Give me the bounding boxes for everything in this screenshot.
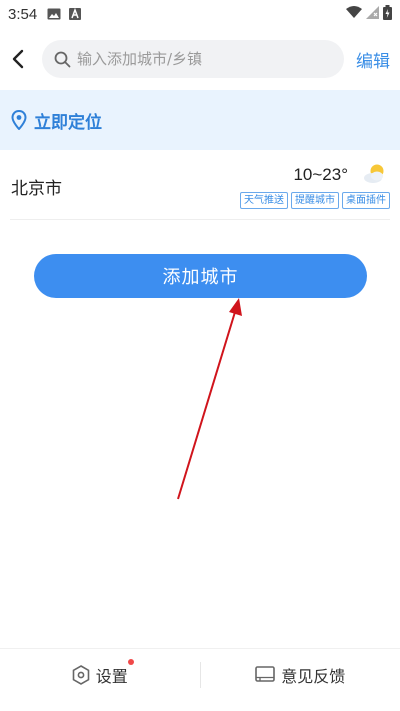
- tag-reminder-city[interactable]: 提醒城市: [291, 192, 339, 209]
- settings-label: 设置: [95, 666, 128, 686]
- home-indicator-area: [0, 700, 400, 711]
- feedback-button[interactable]: 意见反馈: [201, 663, 400, 687]
- locate-now-button[interactable]: 立即定位: [0, 90, 400, 150]
- header: 编辑: [0, 36, 400, 82]
- status-right: [346, 4, 392, 24]
- a-icon: [69, 8, 82, 20]
- locate-now-label: 立即定位: [34, 112, 102, 133]
- battery-icon: [383, 4, 392, 24]
- city-temp-range: 10~23°: [293, 165, 348, 184]
- gallery-icon: [47, 8, 61, 20]
- status-bar: 3:54: [0, 0, 400, 28]
- wifi-icon: [346, 5, 362, 23]
- edit-button[interactable]: 编辑: [356, 47, 390, 72]
- search-input[interactable]: [77, 50, 317, 68]
- feedback-icon: [255, 666, 276, 682]
- settings-hexagon-icon: [72, 664, 90, 685]
- notification-badge: [128, 658, 134, 665]
- partly-cloudy-icon: [364, 164, 384, 183]
- status-time: 3:54: [8, 5, 38, 23]
- page: 3:54 编辑 立即定位: [0, 0, 400, 711]
- back-button[interactable]: [2, 36, 34, 82]
- tag-weather-push[interactable]: 天气推送: [240, 192, 288, 209]
- location-pin-icon: [11, 110, 27, 130]
- feedback-label: 意见反馈: [281, 666, 346, 686]
- chevron-left-icon: [12, 49, 24, 69]
- bottom-bar: 设置 意见反馈: [0, 648, 400, 700]
- city-tags: 天气推送 提醒城市 桌面插件: [240, 192, 390, 209]
- city-name: 北京市: [11, 179, 62, 199]
- city-row[interactable]: 北京市 10~23° 天气推送 提醒城市 桌面插件: [10, 152, 390, 220]
- signal-icon: [366, 5, 379, 23]
- search-box[interactable]: [42, 40, 344, 78]
- add-city-button[interactable]: 添加城市: [34, 254, 367, 298]
- tag-desktop-widget[interactable]: 桌面插件: [342, 192, 390, 209]
- search-icon: [54, 51, 71, 67]
- settings-button[interactable]: 设置: [0, 658, 200, 687]
